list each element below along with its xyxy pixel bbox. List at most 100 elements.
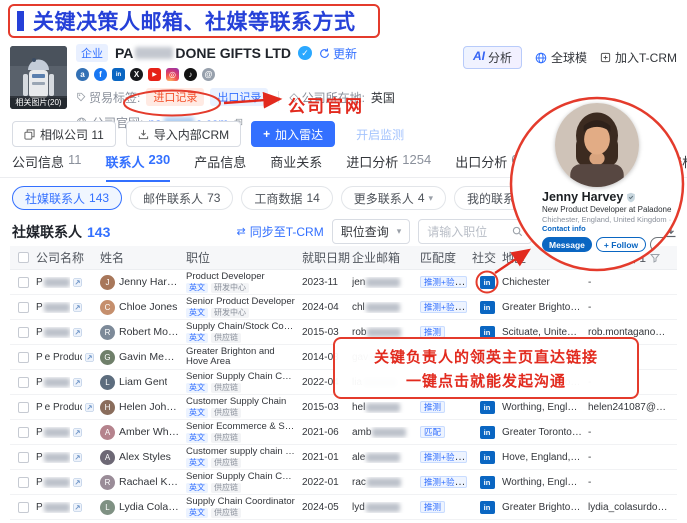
table-row[interactable]: P A Amber Whitty Senior Ecommerce & Supp…	[10, 420, 677, 445]
company-link-icon[interactable]	[73, 453, 82, 462]
table-row[interactable]: P C Chloe Jones Senior Product Developer…	[10, 295, 677, 320]
join-tcrm-button[interactable]: 加入T-CRM	[600, 49, 677, 66]
tab-item[interactable]: 公司信息11	[12, 152, 82, 182]
column-header[interactable]: 社交	[472, 249, 502, 266]
filter-chip[interactable]: 更多联系人4▾	[341, 186, 446, 210]
row-checkbox[interactable]	[18, 327, 29, 338]
column-header[interactable]: 匹配度	[420, 249, 472, 266]
tab-item[interactable]: 联系人230	[106, 152, 171, 182]
contact-name[interactable]: Rachael Kelly	[119, 476, 180, 488]
instagram-icon[interactable]: ◎	[166, 68, 179, 81]
tab-item[interactable]: 产品信息	[194, 152, 246, 182]
amazon-icon[interactable]: a	[76, 68, 89, 81]
row-checkbox[interactable]	[18, 427, 29, 438]
message-button[interactable]: Message	[542, 237, 592, 252]
linkedin-icon[interactable]: in	[480, 276, 495, 289]
table-row[interactable]: P R Rachael Kelly Senior Supply Chain Co…	[10, 470, 677, 495]
job-title-select[interactable]: 职位查询 ▾	[332, 219, 411, 244]
table-row[interactable]: P J Jenny Harvey Product Developer 英文研发中…	[10, 270, 677, 295]
filter-funnel-icon[interactable]	[650, 253, 660, 263]
sync-tcrm-button[interactable]: ⇄ 同步至T-CRM	[237, 223, 324, 240]
update-button[interactable]: 更新	[319, 45, 357, 62]
match-cell: 匹配	[420, 426, 472, 438]
column-header[interactable]: 企业邮箱	[352, 249, 420, 266]
contact-name[interactable]: Amber Whitty	[119, 426, 180, 438]
import-records-tag[interactable]: 进口记录	[146, 88, 204, 106]
facebook-icon[interactable]: f	[94, 68, 107, 81]
company-link-icon[interactable]	[73, 328, 82, 337]
position-tag: 供应链	[211, 433, 241, 443]
similar-companies-button[interactable]: 相似公司 11	[12, 121, 116, 147]
ai-analyze-button[interactable]: AI 分析	[463, 46, 522, 69]
company-image-thumbnail[interactable]: 相关图片(20)	[10, 46, 67, 109]
company-link-icon[interactable]	[73, 278, 82, 287]
row-checkbox[interactable]	[18, 452, 29, 463]
contact-cell: R Rachael Kelly	[100, 475, 186, 490]
contact-name[interactable]: Jenny Harvey	[119, 276, 180, 288]
company-link-icon[interactable]	[73, 428, 82, 437]
company-link-icon[interactable]	[73, 478, 82, 487]
company-type-badge: 企业	[76, 44, 108, 62]
company-cell: P	[36, 452, 100, 463]
row-checkbox[interactable]	[18, 477, 29, 488]
company-link-icon[interactable]	[73, 303, 82, 312]
tab-item[interactable]: 商业关系	[270, 152, 322, 182]
contact-name[interactable]: Alex Styles	[119, 451, 171, 463]
contact-info-link[interactable]: Contact info	[542, 224, 586, 233]
filter-chip[interactable]: 邮件联系人73	[130, 186, 233, 210]
add-radar-button[interactable]: + 加入雷达	[251, 121, 335, 147]
linkedin-icon[interactable]: in	[480, 451, 495, 464]
linkedin-icon[interactable]: in	[480, 426, 495, 439]
youtube-icon[interactable]: ▶	[148, 68, 161, 81]
row-checkbox[interactable]	[18, 502, 29, 513]
email-icon[interactable]: @	[202, 68, 215, 81]
linkedin-icon[interactable]: in	[112, 68, 125, 81]
annotation-line2: 一键点击就能发起沟通	[406, 370, 566, 391]
row-checkbox[interactable]	[18, 277, 29, 288]
company-link-icon[interactable]	[73, 503, 82, 512]
select-all-checkbox[interactable]	[18, 252, 29, 263]
row-checkbox[interactable]	[18, 402, 29, 413]
linkedin-icon[interactable]: in	[480, 476, 495, 489]
position-tag: 供应链	[211, 408, 241, 418]
tab-item[interactable]: 进口分析1254	[346, 152, 431, 182]
column-header[interactable]: 公司名称	[36, 249, 100, 266]
row-checkbox[interactable]	[18, 302, 29, 313]
column-header[interactable]: 就职日期	[302, 249, 352, 266]
column-header[interactable]: 姓名	[100, 249, 186, 266]
column-header[interactable]: 职位	[186, 249, 302, 266]
company-name: P	[36, 502, 70, 513]
row-checkbox[interactable]	[18, 377, 29, 388]
follow-button[interactable]: + Follow	[596, 237, 646, 252]
position-tag: 供应链	[211, 483, 241, 493]
job-search-input[interactable]: 请输入职位	[418, 219, 532, 244]
contact-name[interactable]: Chloe Jones	[119, 301, 177, 313]
tiktok-icon[interactable]: ♪	[184, 68, 197, 81]
contact-name[interactable]: Robert Monta...	[119, 326, 180, 338]
avatar: C	[100, 300, 115, 315]
linkedin-icon[interactable]: in	[480, 501, 495, 514]
company-link-icon[interactable]	[73, 378, 82, 387]
linkedin-icon[interactable]: in	[480, 401, 495, 414]
company-cell: P	[36, 502, 100, 513]
start-monitor-button[interactable]: 开启监测	[345, 121, 415, 147]
extra-email: -	[588, 477, 677, 488]
contact-name[interactable]: Liam Gent	[119, 376, 167, 388]
contact-name[interactable]: Gavin Meeks	[119, 351, 180, 363]
table-row[interactable]: P L Lydia Colasurdo Supply Chain Coordin…	[10, 495, 677, 520]
row-checkbox[interactable]	[18, 352, 29, 363]
filter-chip[interactable]: 工商数据14	[241, 186, 332, 210]
x-icon[interactable]: X	[130, 68, 143, 81]
global-mode-button[interactable]: 全球模	[535, 49, 587, 66]
import-crm-button[interactable]: 导入内部CRM	[126, 121, 241, 147]
contact-name[interactable]: Lydia Colasurdo	[119, 501, 180, 513]
contact-name[interactable]: Helen Johnstone	[119, 401, 180, 413]
company-link-icon[interactable]	[85, 403, 94, 412]
table-row[interactable]: P A Alex Styles Customer supply chain co…	[10, 445, 677, 470]
export-records-tag[interactable]: 出口记录	[210, 88, 268, 106]
position-tag: 研发中心	[211, 308, 249, 318]
linkedin-icon[interactable]: in	[480, 301, 495, 314]
refresh-icon	[319, 48, 330, 59]
filter-chip[interactable]: 社媒联系人143	[12, 186, 122, 210]
company-link-icon[interactable]	[85, 353, 94, 362]
